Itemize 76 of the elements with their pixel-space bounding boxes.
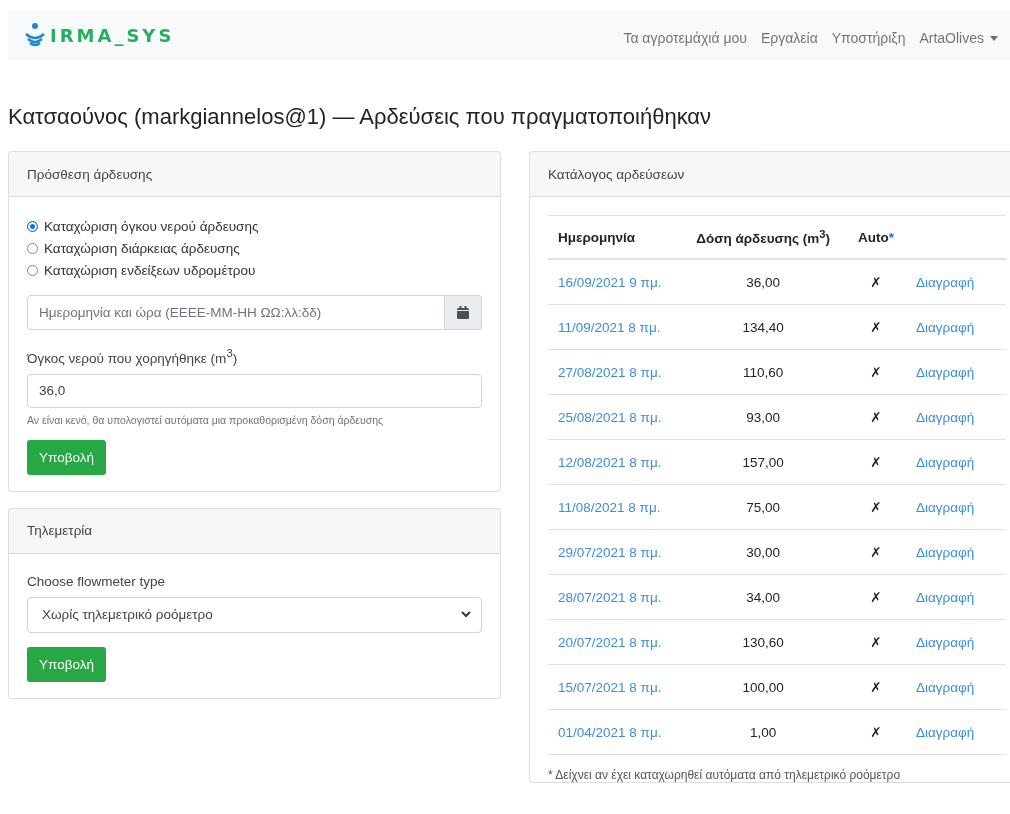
date-link[interactable]: 28/07/2021 8 πμ. — [558, 589, 662, 605]
column-header: Δόση άρδευσης (m$^{3}$) — [696, 231, 831, 247]
dose-cell: 100,00 — [742, 679, 784, 695]
card-title: Πρόσθεση άρδευσης — [27, 166, 153, 182]
dose-cell: 93,00 — [746, 409, 781, 425]
dose-cell: 157,00 — [742, 454, 784, 470]
dose-cell: 36,00 — [746, 274, 781, 290]
auto-cell: ✗ — [870, 455, 882, 470]
delete-link[interactable]: Διαγραφή — [916, 634, 975, 650]
radio-label[interactable]: Καταχώριση διάρκειας άρδευσης — [44, 240, 240, 256]
dose-cell: 130,60 — [742, 634, 784, 650]
date-link[interactable]: 01/04/2021 8 πμ. — [558, 724, 662, 740]
caret-icon — [990, 35, 998, 41]
auto-cell: ✗ — [870, 635, 882, 650]
volume-field[interactable]: 36,0 — [27, 373, 482, 408]
auto-cell: ✗ — [870, 275, 882, 290]
delete-link[interactable]: Διαγραφή — [916, 319, 975, 335]
date-link[interactable]: 15/07/2021 8 πμ. — [558, 679, 662, 695]
delete-link[interactable]: Διαγραφή — [916, 544, 975, 560]
dose-cell: 75,00 — [746, 499, 781, 515]
radio-button[interactable] — [27, 220, 38, 232]
footnote-text: * Δείχνει αν έχει καταχωρηθεί αυτόματα από τηλεμετρικό ροόμετρο — [548, 768, 902, 782]
calendar-button[interactable] — [445, 295, 482, 330]
help-text: Αν είναι κενό, θα υπολογιστεί αυτόματα μια προκαθορισμένη δόση άρδευσης — [27, 413, 385, 426]
dose-cell: 134,40 — [742, 319, 784, 335]
submit-button[interactable]: Υποβολή — [27, 646, 106, 682]
nav-link[interactable]: Υποστήριξη — [831, 30, 906, 46]
card-title: Τηλεμετρία — [27, 523, 93, 538]
auto-cell: ✗ — [870, 320, 882, 335]
auto-cell: ✗ — [870, 545, 882, 560]
flowmeter-select[interactable]: Χωρίς τηλεμετρικό ροόμετρο — [27, 596, 482, 633]
radio-label[interactable]: Καταχώριση όγκου νερού άρδευσης — [44, 218, 259, 234]
auto-cell: ✗ — [870, 365, 882, 380]
delete-link[interactable]: Διαγραφή — [916, 454, 975, 470]
date-link[interactable]: 16/09/2021 9 πμ. — [558, 274, 662, 290]
column-header: Ημερομηνία — [558, 229, 636, 245]
chevron-down-icon — [461, 611, 471, 618]
date-link[interactable]: 25/08/2021 8 πμ. — [558, 409, 662, 425]
date-link[interactable]: 11/08/2021 8 πμ. — [558, 499, 661, 515]
date-link[interactable]: 27/08/2021 8 πμ. — [558, 364, 662, 380]
card-title: Κατάλογος αρδεύσεων — [548, 166, 685, 182]
submit-button[interactable]: Υποβολή — [27, 439, 106, 475]
delete-link[interactable]: Διαγραφή — [916, 364, 975, 380]
delete-link[interactable]: Διαγραφή — [916, 274, 975, 290]
delete-link[interactable]: Διαγραφή — [916, 499, 975, 515]
dose-cell: 110,60 — [743, 364, 784, 380]
delete-link[interactable]: Διαγραφή — [916, 724, 975, 740]
auto-cell: ✗ — [870, 725, 882, 740]
delete-link[interactable]: Διαγραφή — [916, 679, 975, 695]
date-link[interactable]: 12/08/2021 8 πμ. — [558, 454, 662, 470]
date-link[interactable]: 29/07/2021 8 πμ. — [558, 544, 662, 560]
radio-button[interactable] — [27, 264, 38, 276]
auto-cell: ✗ — [870, 500, 882, 515]
column-header: Auto — [857, 229, 889, 245]
nav-link[interactable]: Τα αγροτεμάχιά μου — [623, 30, 747, 46]
radio-label[interactable]: Καταχώριση ενδείξεων υδρομέτρου — [44, 262, 256, 278]
date-link[interactable]: 20/07/2021 8 πμ. — [558, 634, 662, 650]
dose-cell: 1,00 — [750, 724, 777, 740]
radio-button[interactable] — [27, 242, 38, 254]
auto-cell: ✗ — [870, 410, 882, 425]
dose-cell: 30,00 — [746, 544, 781, 560]
date-link[interactable]: 11/09/2021 8 πμ. — [558, 319, 661, 335]
dose-cell: 34,00 — [746, 589, 781, 605]
datetime-field[interactable]: Ημερομηνία και ώρα (ΕΕΕΕ-ΜΜ-ΗΗ ΩΩ:λλ:δδ) — [27, 295, 445, 330]
page-title: Κατσαούνος (markgiannelos@1) — Αρδεύσεις που πραγματοποιήθηκαν — [8, 104, 713, 131]
field-label: Choose flowmeter type — [27, 573, 167, 589]
delete-link[interactable]: Διαγραφή — [916, 409, 975, 425]
field-label: Όγκος νερού που χορηγήθηκε (m$^{3}$) — [27, 347, 239, 366]
footnote-link[interactable]: * — [888, 229, 894, 245]
auto-cell: ✗ — [870, 680, 882, 695]
delete-link[interactable]: Διαγραφή — [916, 589, 975, 605]
user-menu[interactable]: ArtaOlives — [919, 30, 998, 46]
auto-cell: ✗ — [870, 590, 882, 605]
nav-link[interactable]: Εργαλεία — [760, 30, 818, 46]
calendar-icon — [457, 306, 469, 319]
brand-link[interactable]: IRMA_SYS — [50, 24, 175, 46]
